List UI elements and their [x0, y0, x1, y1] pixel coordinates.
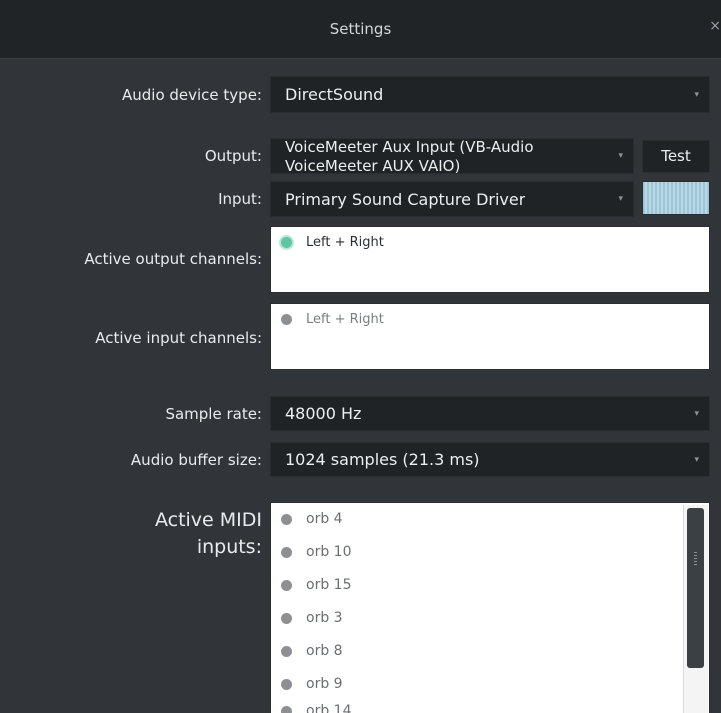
midi-toggle-icon[interactable] [281, 645, 292, 657]
active-input-channels-list[interactable]: Left + Right [270, 303, 710, 370]
chevron-down-icon: ▾ [618, 151, 623, 161]
input-label: Input: [218, 190, 262, 208]
midi-input-label: orb 9 [306, 676, 343, 692]
input-channel-item[interactable]: Left + Right [281, 312, 384, 327]
midi-input-item[interactable]: orb 14 [281, 703, 351, 713]
output-channel-label: Left + Right [306, 235, 384, 250]
midi-inputs-label-line1: Active MIDI [154, 509, 262, 531]
sample-rate-label: Sample rate: [165, 405, 262, 423]
window-title: Settings [329, 20, 392, 38]
midi-input-label: orb 4 [306, 511, 343, 527]
active-input-channels-label: Active input channels: [95, 329, 262, 347]
midi-toggle-icon[interactable] [281, 705, 292, 713]
midi-input-label: orb 14 [306, 703, 352, 713]
chevron-down-icon: ▾ [694, 455, 699, 465]
audio-device-type-select[interactable]: DirectSound ▾ [270, 76, 710, 113]
midi-input-label: orb 8 [306, 643, 343, 659]
output-label: Output: [204, 147, 262, 165]
scrollbar-thumb[interactable] [687, 508, 704, 668]
input-level-meter [642, 181, 710, 215]
midi-inputs-label-line2: inputs: [196, 536, 262, 558]
midi-toggle-icon[interactable] [281, 579, 292, 591]
active-output-channels-label: Active output channels: [84, 250, 262, 268]
audio-device-type-value: DirectSound [285, 85, 384, 104]
output-value-line2: VoiceMeeter AUX VAIO) [285, 157, 461, 174]
channel-toggle-icon[interactable] [281, 314, 292, 325]
midi-toggle-icon[interactable] [281, 546, 292, 558]
chevron-down-icon: ▾ [694, 90, 699, 100]
midi-input-item[interactable]: orb 15 [281, 577, 351, 593]
chevron-down-icon: ▾ [694, 409, 699, 419]
buffer-size-select[interactable]: 1024 samples (21.3 ms) ▾ [270, 442, 710, 477]
sample-rate-select[interactable]: 48000 Hz ▾ [270, 396, 710, 431]
audio-device-type-label: Audio device type: [121, 86, 262, 104]
close-icon[interactable]: × [709, 18, 721, 34]
midi-input-item[interactable]: orb 3 [281, 610, 343, 626]
title-bar: Settings × [0, 0, 721, 59]
midi-toggle-icon[interactable] [281, 612, 292, 624]
test-button[interactable]: Test [642, 140, 710, 173]
midi-inputs-list[interactable]: orb 4 orb 10 orb 15 orb 3 orb 8 orb 9 or… [270, 502, 710, 713]
midi-toggle-icon[interactable] [281, 513, 292, 525]
active-output-channels-list[interactable]: Left + Right [270, 226, 710, 293]
chevron-down-icon: ▾ [618, 194, 623, 204]
sample-rate-value: 48000 Hz [285, 404, 362, 423]
input-value: Primary Sound Capture Driver [285, 190, 526, 209]
input-channel-label: Left + Right [306, 312, 384, 327]
midi-input-label: orb 10 [306, 544, 352, 560]
buffer-size-value: 1024 samples (21.3 ms) [285, 450, 480, 469]
midi-input-item[interactable]: orb 10 [281, 544, 351, 560]
input-select[interactable]: Primary Sound Capture Driver ▾ [270, 181, 634, 217]
output-channel-item[interactable]: Left + Right [281, 235, 384, 250]
midi-input-item[interactable]: orb 9 [281, 676, 343, 692]
midi-input-label: orb 3 [306, 610, 343, 626]
channel-toggle-icon[interactable] [281, 237, 292, 248]
output-select[interactable]: VoiceMeeter Aux Input (VB-Audio VoiceMee… [270, 138, 634, 174]
midi-input-item[interactable]: orb 8 [281, 643, 343, 659]
midi-list-scrollbar[interactable] [683, 505, 708, 713]
buffer-size-label: Audio buffer size: [130, 451, 262, 469]
grip-icon [694, 552, 697, 566]
midi-toggle-icon[interactable] [281, 678, 292, 690]
midi-input-label: orb 15 [306, 577, 352, 593]
midi-input-item[interactable]: orb 4 [281, 511, 343, 527]
output-value-line1: VoiceMeeter Aux Input (VB-Audio [285, 138, 534, 156]
